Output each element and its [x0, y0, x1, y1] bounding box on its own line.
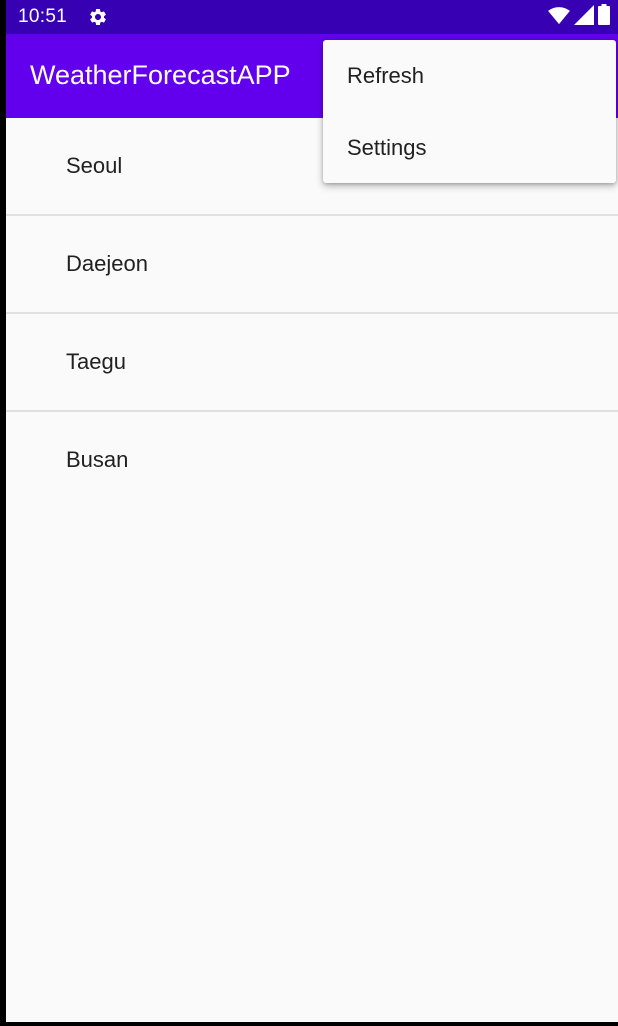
gear-icon	[88, 7, 108, 27]
city-list-item[interactable]: Daejeon	[6, 216, 618, 314]
menu-item-settings[interactable]: Settings	[323, 112, 616, 184]
overflow-menu: Refresh Settings	[323, 40, 616, 183]
city-list-item[interactable]: Taegu	[6, 314, 618, 412]
app-title: WeatherForecastAPP	[30, 60, 291, 90]
city-label: Seoul	[66, 153, 123, 178]
city-list-item[interactable]: Busan	[6, 412, 618, 508]
status-bar: 10:51	[6, 0, 618, 34]
signal-icon	[574, 4, 594, 30]
city-label: Taegu	[66, 349, 126, 374]
battery-icon	[598, 4, 610, 30]
menu-item-refresh[interactable]: Refresh	[323, 40, 616, 112]
status-indicators	[548, 4, 610, 30]
status-time: 10:51	[18, 6, 68, 27]
menu-item-label: Settings	[347, 135, 427, 160]
city-label: Daejeon	[66, 251, 148, 276]
app-screen: 10:51 WeatherForecastAPP Seoul Daejeon T…	[6, 0, 618, 1022]
city-label: Busan	[66, 447, 129, 472]
menu-item-label: Refresh	[347, 63, 425, 88]
wifi-icon	[548, 5, 570, 30]
